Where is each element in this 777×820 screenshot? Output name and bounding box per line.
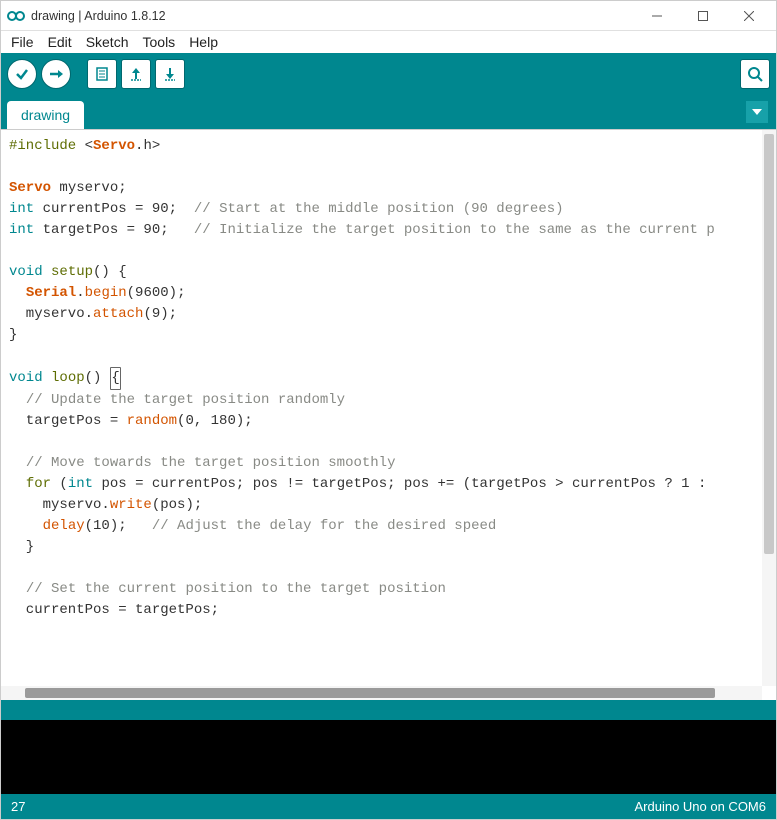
serial-monitor-button[interactable] xyxy=(740,59,770,89)
open-button[interactable] xyxy=(121,59,151,89)
menu-bar: File Edit Sketch Tools Help xyxy=(1,31,776,53)
scroll-thumb[interactable] xyxy=(764,134,774,554)
vertical-scrollbar[interactable] xyxy=(762,130,776,686)
tab-menu-button[interactable] xyxy=(746,101,768,123)
window-controls xyxy=(634,1,772,31)
close-button[interactable] xyxy=(726,1,772,31)
horizontal-scrollbar[interactable] xyxy=(1,686,762,700)
new-button[interactable] xyxy=(87,59,117,89)
tab-drawing[interactable]: drawing xyxy=(7,101,84,129)
tab-strip: drawing xyxy=(1,95,776,129)
maximize-button[interactable] xyxy=(680,1,726,31)
board-port: Arduino Uno on COM6 xyxy=(634,799,766,814)
scroll-thumb[interactable] xyxy=(25,688,715,698)
verify-button[interactable] xyxy=(7,59,37,89)
upload-button[interactable] xyxy=(41,59,71,89)
window-titlebar: drawing | Arduino 1.8.12 xyxy=(1,1,776,31)
save-button[interactable] xyxy=(155,59,185,89)
minimize-button[interactable] xyxy=(634,1,680,31)
toolbar xyxy=(1,53,776,95)
menu-edit[interactable]: Edit xyxy=(42,33,78,51)
message-bar xyxy=(1,700,776,720)
window-title: drawing | Arduino 1.8.12 xyxy=(31,9,634,23)
menu-help[interactable]: Help xyxy=(183,33,224,51)
console-output[interactable] xyxy=(1,720,776,794)
status-bar: 27 Arduino Uno on COM6 xyxy=(1,794,776,819)
code-editor[interactable]: #include <Servo.h> Servo myservo; int cu… xyxy=(1,129,776,700)
menu-tools[interactable]: Tools xyxy=(137,33,182,51)
cursor-line: 27 xyxy=(11,799,25,814)
arduino-icon xyxy=(7,7,25,25)
menu-file[interactable]: File xyxy=(5,33,40,51)
menu-sketch[interactable]: Sketch xyxy=(80,33,135,51)
